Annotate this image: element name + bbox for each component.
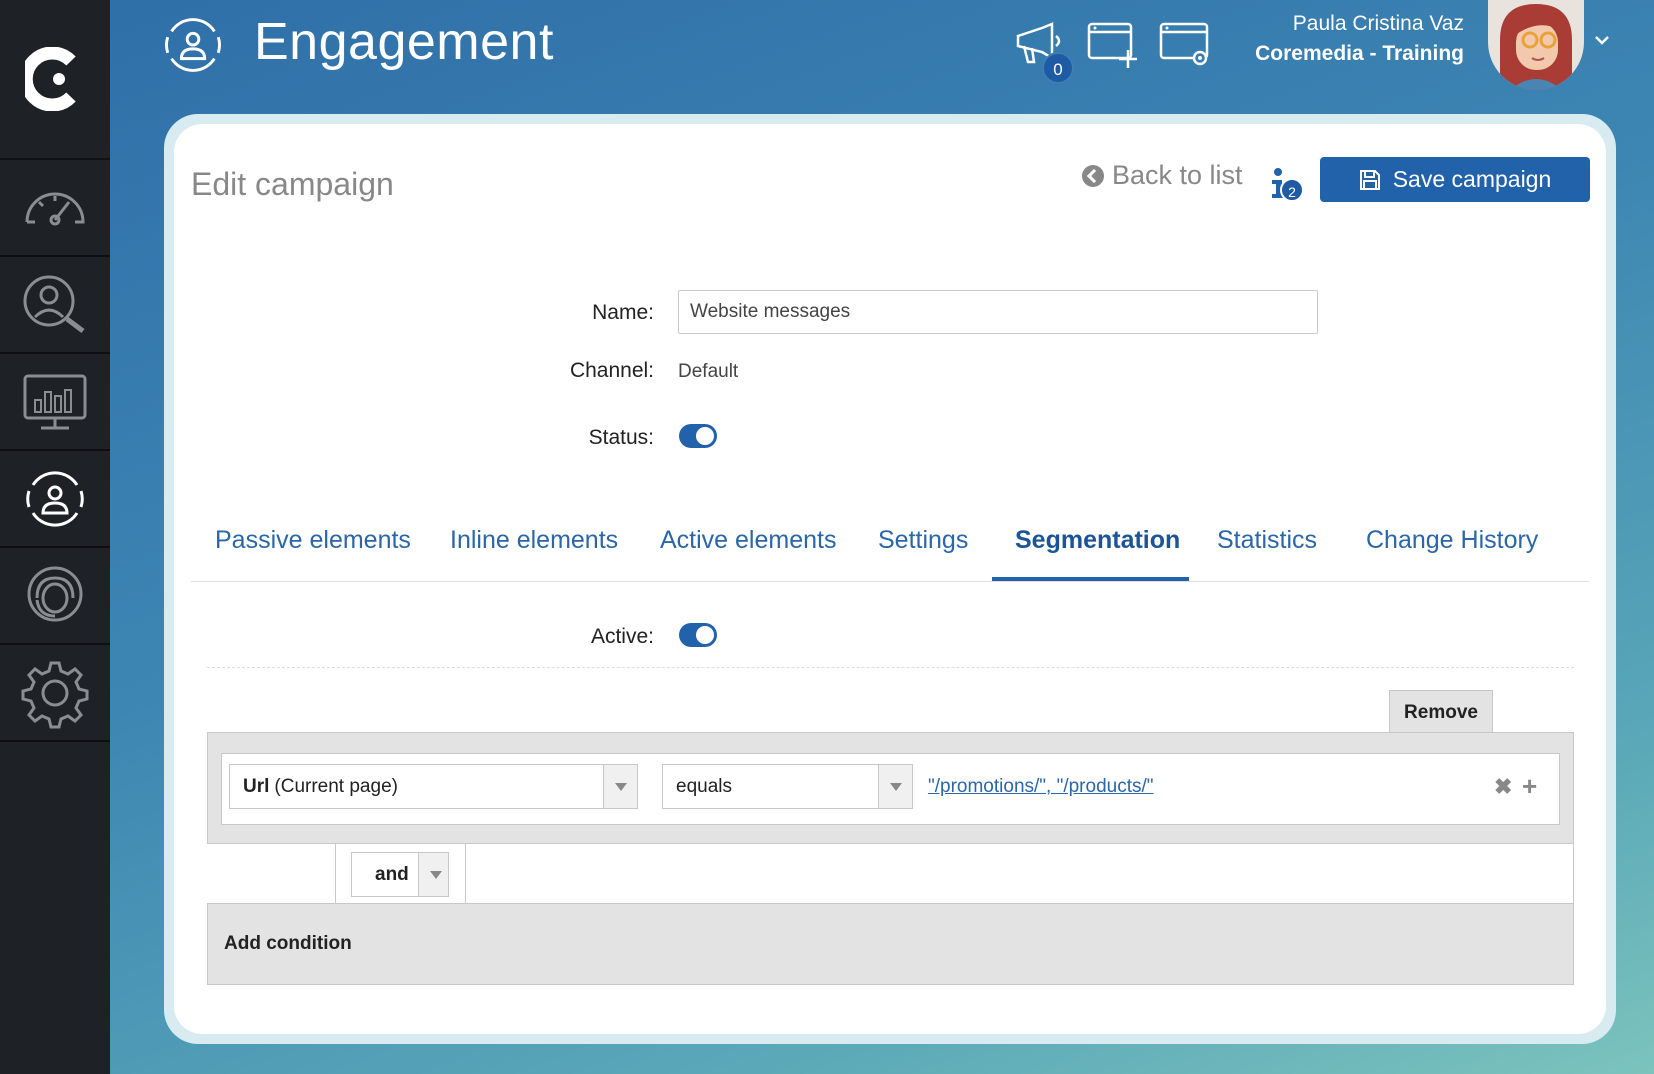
campaign-name-input[interactable] xyxy=(678,290,1318,334)
connector-select[interactable]: and xyxy=(351,852,449,897)
notification-badge: 0 xyxy=(1042,52,1074,84)
floppy-disk-icon xyxy=(1359,169,1380,190)
tab-segmentation[interactable]: Segmentation xyxy=(1015,526,1180,555)
condition-field-detail: (Current page) xyxy=(274,775,398,797)
page-title: Edit campaign xyxy=(191,166,394,202)
sidebar-item-dashboard[interactable] xyxy=(0,160,110,257)
chevron-down-icon[interactable] xyxy=(1592,30,1612,50)
divider xyxy=(207,667,1574,668)
segmentation-active-toggle[interactable] xyxy=(679,623,717,647)
save-campaign-label: Save campaign xyxy=(1392,166,1552,192)
plus-icon[interactable]: + xyxy=(1522,771,1537,802)
back-to-list-label: Back to list xyxy=(1112,160,1243,190)
name-label: Name: xyxy=(592,301,654,324)
user-organization: Coremedia - Training xyxy=(1255,42,1464,65)
gear-icon xyxy=(21,661,89,728)
sidebar-item-engagement[interactable] xyxy=(0,451,110,548)
window-settings-icon[interactable] xyxy=(1158,18,1214,70)
analytics-monitor-icon xyxy=(23,374,87,429)
chevron-down-icon xyxy=(878,765,912,808)
save-campaign-button[interactable]: Save campaign xyxy=(1320,157,1590,202)
condition-operator-select[interactable]: equals xyxy=(662,764,913,809)
close-icon[interactable]: ✖ xyxy=(1494,774,1512,800)
tab-statistics[interactable]: Statistics xyxy=(1217,526,1317,555)
connector-value: and xyxy=(375,863,409,885)
sidebar xyxy=(0,0,110,1074)
engagement-header-icon xyxy=(165,18,221,72)
support-agent-icon xyxy=(27,566,83,621)
sidebar-item-analytics[interactable] xyxy=(0,354,110,451)
condition-operator-value: equals xyxy=(676,775,732,797)
channel-value: Default xyxy=(678,361,739,382)
tab-active-elements[interactable]: Active elements xyxy=(660,526,836,555)
user-name: Paula Cristina Vaz xyxy=(1292,12,1464,35)
connector-right-panel xyxy=(465,844,1574,904)
status-label: Status: xyxy=(588,426,654,449)
avatar[interactable] xyxy=(1488,0,1584,90)
chevron-down-icon xyxy=(603,765,637,808)
engagement-icon xyxy=(26,470,84,527)
add-window-icon[interactable] xyxy=(1086,18,1142,70)
tab-passive-elements[interactable]: Passive elements xyxy=(215,526,411,555)
back-arrow-icon xyxy=(1082,164,1104,187)
tab-settings[interactable]: Settings xyxy=(878,526,968,555)
condition-value-link[interactable]: "/promotions/", "/products/" xyxy=(928,776,1154,798)
connector-left-panel xyxy=(207,844,336,904)
info-count-badge: 2 xyxy=(1280,178,1304,202)
chevron-down-icon xyxy=(418,853,448,896)
add-condition-button[interactable]: Add condition xyxy=(224,933,352,955)
sidebar-item-settings[interactable] xyxy=(0,645,110,742)
campaign-tabs: Passive elements Inline elements Active … xyxy=(191,500,1589,582)
app-title: Engagement xyxy=(254,13,554,71)
logo-icon xyxy=(25,47,76,111)
sidebar-item-profiles[interactable] xyxy=(0,257,110,354)
active-label: Active: xyxy=(590,625,654,648)
channel-label: Channel: xyxy=(569,359,654,382)
status-toggle[interactable] xyxy=(679,424,717,448)
remove-button[interactable]: Remove xyxy=(1389,690,1493,734)
avatar-illustration xyxy=(1488,0,1584,90)
condition-field-select[interactable]: Url (Current page) xyxy=(229,764,638,809)
active-tab-indicator xyxy=(992,577,1189,581)
tab-change-history[interactable]: Change History xyxy=(1366,526,1538,555)
add-condition-panel: Add condition xyxy=(207,903,1574,985)
tab-inline-elements[interactable]: Inline elements xyxy=(450,526,618,555)
coremedia-logo[interactable] xyxy=(0,0,110,160)
back-to-list-link[interactable]: Back to list xyxy=(1082,160,1243,191)
speedometer-icon xyxy=(25,192,85,225)
condition-field-name: Url xyxy=(243,775,270,797)
user-search-icon xyxy=(23,275,85,333)
sidebar-item-support[interactable] xyxy=(0,548,110,645)
